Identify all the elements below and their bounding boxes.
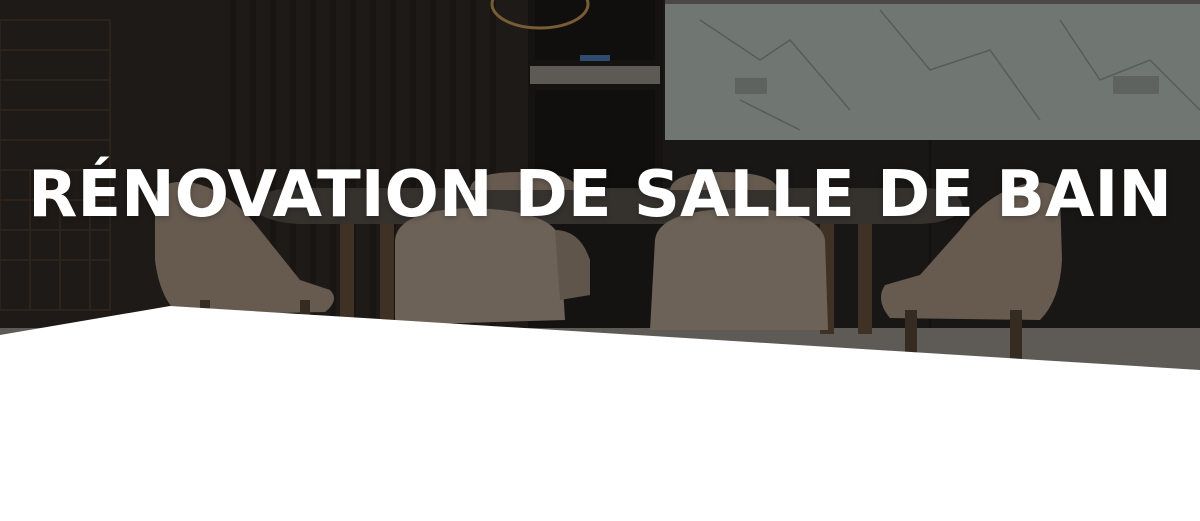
white-diagonal-divider bbox=[0, 306, 1200, 521]
page-title: RÉNOVATION DE SALLE DE BAIN bbox=[28, 157, 1172, 232]
hero-banner: RÉNOVATION DE SALLE DE BAIN bbox=[0, 0, 1200, 521]
